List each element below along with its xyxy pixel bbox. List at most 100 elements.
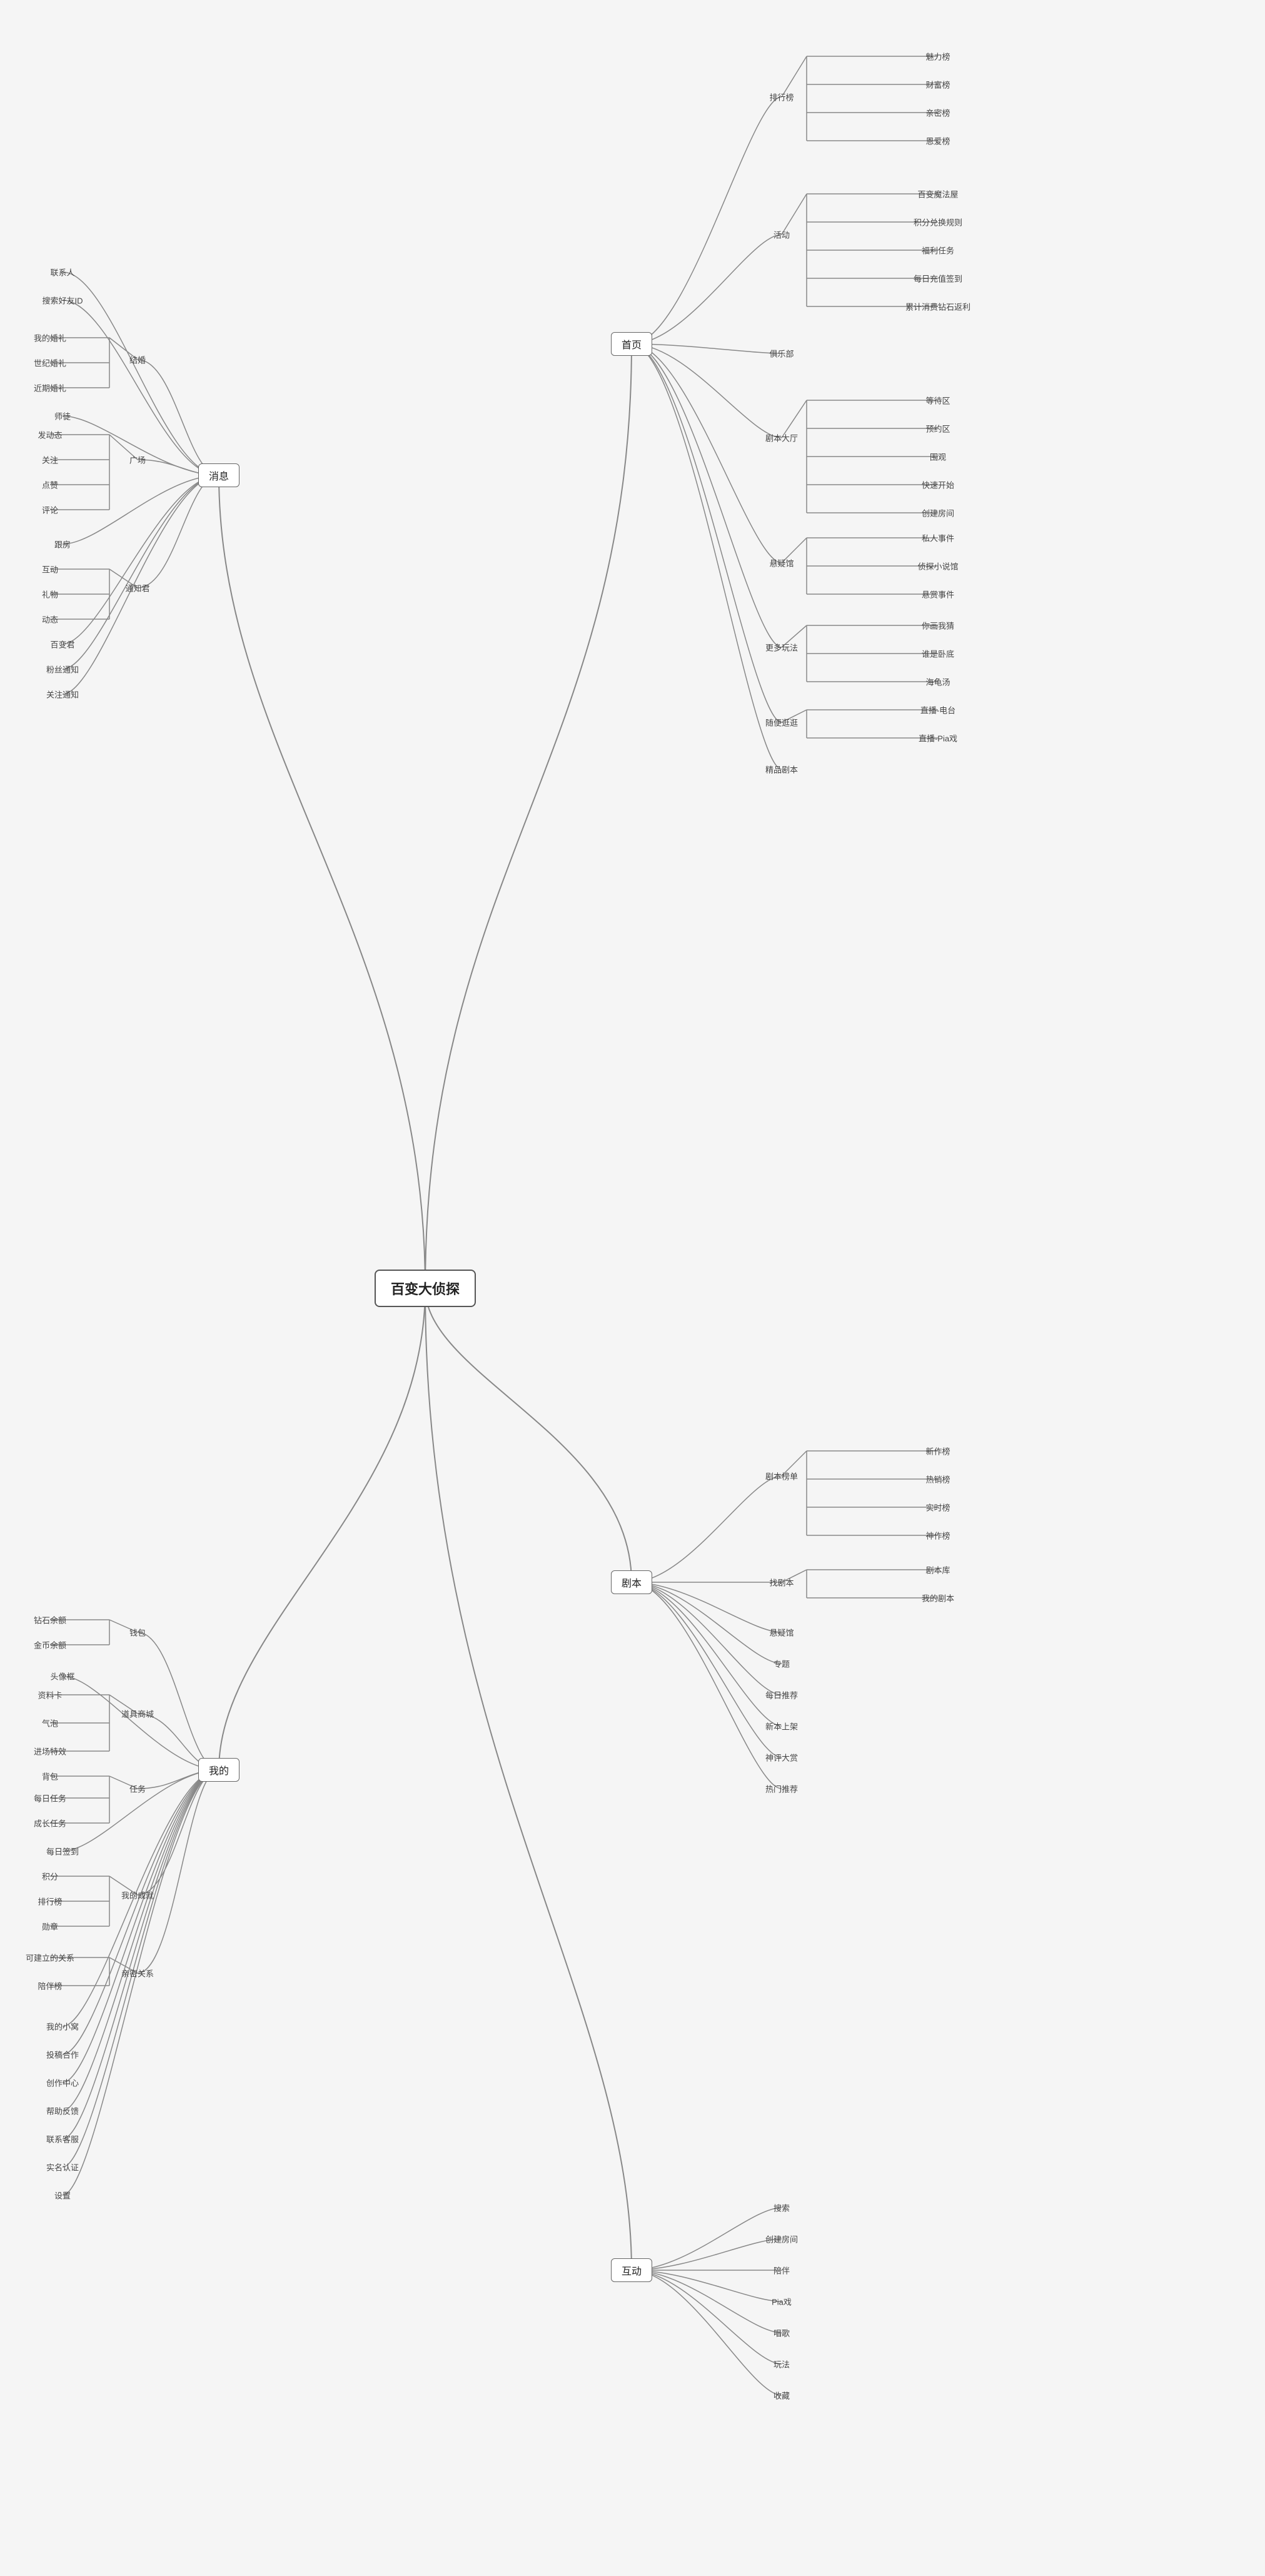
node-daily-sign: 每日充值签到 (914, 273, 962, 285)
node-dynamic: 动态 (42, 614, 58, 625)
center-label: 百变大侦探 (391, 1281, 460, 1297)
node-reserve-area: 预约区 (925, 423, 950, 435)
node-wallet: 钱包 (129, 1627, 146, 1639)
mindmap-lines: .line { fill: none; stroke: #888; stroke… (0, 0, 1265, 2576)
node-script-hall: 剧本大厅 (765, 432, 798, 444)
node-points: 积分 (42, 1871, 58, 1882)
node-live-pia: 直播-Pia戏 (919, 732, 957, 744)
node-century-wedding: 世纪婚礼 (34, 357, 66, 369)
node-charm: 魅力榜 (925, 51, 950, 63)
node-new-release: 新本上架 (765, 1720, 798, 1732)
node-club: 俱乐部 (769, 348, 794, 360)
node-comment: 评论 (42, 504, 58, 516)
mindmap-container: .line { fill: none; stroke: #888; stroke… (0, 0, 1265, 2576)
node-special-topic: 专题 (774, 1658, 790, 1670)
node-bubble: 气泡 (42, 1717, 58, 1729)
node-top-review: 神评大赏 (765, 1752, 798, 1764)
node-daily-recommend: 每日推荐 (765, 1689, 798, 1701)
node-script-library: 剧本库 (925, 1564, 950, 1576)
node-companion: 陪伴 (774, 2265, 790, 2276)
node-daily-checkin: 每日签到 (46, 1846, 79, 1857)
main-label-message: 消息 (209, 472, 229, 482)
node-private-case: 私人事件 (922, 532, 954, 544)
node-gold-balance: 金币余额 (34, 1639, 66, 1651)
node-intimate: 亲密榜 (925, 107, 950, 119)
node-activity: 活动 (774, 229, 790, 241)
node-love: 恩爱榜 (925, 135, 950, 147)
node-script-ranking: 剧本榜单 (765, 1470, 798, 1482)
node-diamond-balance: 钻石余额 (34, 1614, 66, 1626)
node-settings: 设置 (54, 2190, 71, 2201)
node-turtle-soup: 海龟汤 (925, 676, 950, 688)
node-follow-room: 跟房 (54, 538, 71, 550)
node-task: 任务 (129, 1783, 146, 1795)
node-my-script: 我的剧本 (922, 1592, 954, 1604)
node-real-name: 实名认证 (46, 2161, 79, 2173)
node-help-feedback: 帮助反馈 (46, 2105, 79, 2117)
node-fan-notify: 粉丝通知 (46, 664, 79, 675)
node-contacts: 联系人 (50, 266, 74, 278)
node-master-disciple: 师徒 (54, 410, 71, 422)
node-backpack: 背包 (42, 1770, 58, 1782)
node-enter-effect: 进场特效 (34, 1745, 66, 1757)
node-wealth: 财富榜 (925, 79, 950, 91)
node-ranking: 排行榜 (769, 91, 794, 103)
node-square: 广场 (129, 454, 146, 466)
node-my-room: 我的小窝 (46, 2021, 79, 2033)
node-buildable-rel: 可建立的关系 (26, 1952, 74, 1964)
node-pia-game: Pia戏 (772, 2296, 792, 2308)
node-gift: 礼物 (42, 588, 58, 600)
node-bianbian: 百变君 (50, 639, 74, 650)
node-hot-rank: 热销榜 (925, 1473, 950, 1485)
node-avatar-frame: 头像框 (50, 1670, 74, 1682)
node-live-radio: 直播-电台 (920, 704, 955, 716)
node-welfare-task: 福利任务 (922, 245, 954, 256)
main-node-interact: 互动 (611, 2258, 652, 2282)
node-quick-start: 快速开始 (922, 479, 954, 491)
node-search-friend: 搜索好友ID (42, 295, 83, 306)
node-like: 点赞 (42, 479, 58, 491)
main-label-script: 剧本 (622, 1578, 642, 1589)
node-submit-coop: 投稿合作 (46, 2049, 79, 2061)
node-prop-shop: 道具商城 (121, 1708, 154, 1720)
node-recent-wedding: 近期婚礼 (34, 382, 66, 394)
node-follow-notify: 关注通知 (46, 689, 79, 700)
node-bounty-case: 悬赏事件 (922, 588, 954, 600)
node-create-center: 创作中心 (46, 2077, 79, 2089)
node-hot-recommend: 热门推荐 (765, 1783, 798, 1795)
node-contact-service: 联系客服 (46, 2133, 79, 2145)
node-notify-master: 通知君 (125, 582, 149, 594)
node-diamond-return: 累计消费钻石返利 (905, 301, 970, 313)
center-node: 百变大侦探 (375, 1270, 476, 1307)
node-sing: 唱歌 (774, 2327, 790, 2339)
node-draw-guess: 你画我猜 (922, 620, 954, 632)
node-growth-task: 成长任务 (34, 1817, 66, 1829)
node-detective-novels: 侦探小说馆 (917, 560, 958, 572)
node-more-games: 更多玩法 (765, 642, 798, 654)
node-create-room-interact: 创建房间 (765, 2233, 798, 2245)
node-who-spy: 谁是卧底 (922, 648, 954, 660)
main-label-homepage: 首页 (622, 340, 642, 351)
main-label-mine: 我的 (209, 1766, 229, 1777)
node-find-script: 找剧本 (769, 1577, 794, 1589)
node-premium-script: 精品剧本 (765, 764, 798, 775)
main-node-homepage: 首页 (611, 332, 652, 356)
node-search-interact: 搜索 (774, 2202, 790, 2214)
node-marriage: 结婚 (129, 354, 146, 366)
node-browse: 随便逛逛 (765, 717, 798, 729)
node-realtime-rank: 实时榜 (925, 1502, 950, 1513)
node-ranking-mine: 排行榜 (38, 1896, 62, 1907)
node-profile-card: 资料卡 (38, 1689, 62, 1701)
node-new-rank: 新作榜 (925, 1445, 950, 1457)
main-node-mine: 我的 (198, 1758, 239, 1782)
node-create-room: 创建房间 (922, 507, 954, 519)
node-collect: 收藏 (774, 2390, 790, 2402)
node-post-dynamic: 发动态 (38, 429, 62, 441)
node-daily-task: 每日任务 (34, 1792, 66, 1804)
node-play: 玩法 (774, 2358, 790, 2370)
node-magic-house: 百变魔法屋 (917, 188, 958, 200)
node-my-wedding: 我的婚礼 (34, 332, 66, 344)
node-companion-rank: 陪伴榜 (38, 1980, 62, 1992)
node-mystery-script: 悬疑馆 (769, 1627, 794, 1639)
node-my-achievement: 我的成就 (121, 1889, 154, 1901)
